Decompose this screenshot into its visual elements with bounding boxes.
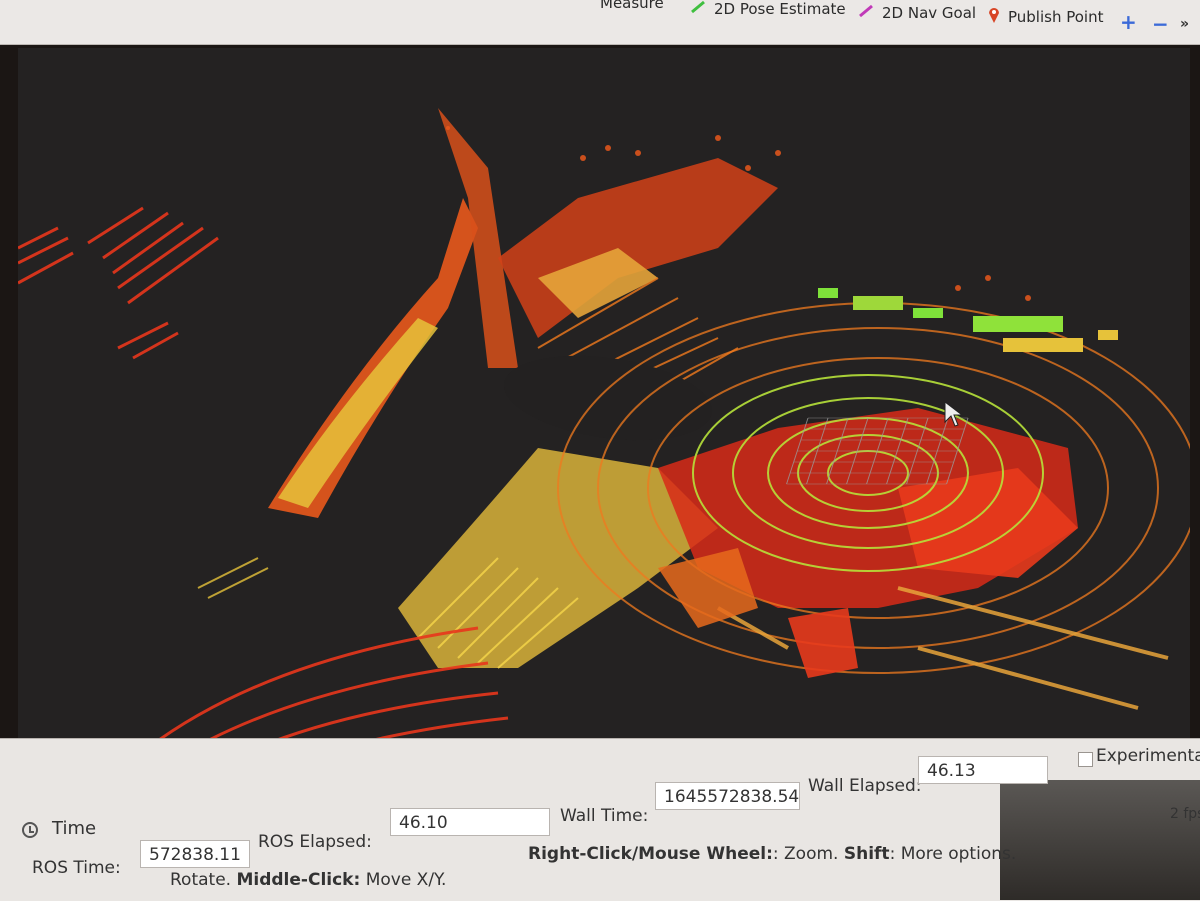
- publish-point-tool[interactable]: Publish Point: [988, 6, 1103, 28]
- wall-elapsed-label: Wall Elapsed:: [808, 776, 922, 796]
- wall-time-field[interactable]: 1645572838.54: [655, 782, 800, 810]
- wall-time-label: Wall Time:: [560, 806, 649, 826]
- shift-label: Shift: [843, 844, 890, 864]
- pose-estimate-label: 2D Pose Estimate: [714, 0, 846, 18]
- clock-icon: [22, 822, 38, 838]
- right-click-label: Right-Click/Mouse Wheel:: [528, 844, 773, 864]
- experimental-label: Experimental: [1096, 746, 1200, 766]
- toolbar: Measure 2D Pose Estimate 2D Nav Goal Pub…: [0, 0, 1200, 45]
- pose-arrow-icon: [690, 0, 706, 18]
- remove-tool-button[interactable]: −: [1152, 12, 1169, 36]
- experimental-checkbox[interactable]: [1078, 752, 1093, 767]
- wall-elapsed-field[interactable]: 46.13: [918, 756, 1048, 784]
- ros-time-label: ROS Time:: [32, 858, 121, 878]
- ros-time-field[interactable]: 572838.11: [140, 840, 250, 868]
- view-controls-help: Rotate. Middle-Click: Move X/Y.: [170, 870, 446, 890]
- measure-tool[interactable]: Measure: [600, 0, 664, 12]
- 3d-viewport[interactable]: ✕: [18, 48, 1190, 808]
- fps-label: 2 fps: [1170, 806, 1200, 822]
- monitor-bezel: [1000, 780, 1200, 900]
- time-panel-title: Time: [52, 818, 97, 839]
- mouse-cursor-icon: [943, 400, 967, 430]
- nav-goal-tool[interactable]: 2D Nav Goal: [858, 4, 976, 22]
- ros-elapsed-label: ROS Elapsed:: [258, 832, 372, 852]
- rotate-help-text: Rotate.: [170, 870, 232, 890]
- measure-label: Measure: [600, 0, 664, 12]
- publish-point-label: Publish Point: [1008, 8, 1104, 26]
- shift-text: : More options.: [889, 844, 1017, 864]
- middle-click-text: Move X/Y.: [365, 870, 447, 890]
- nav-goal-label: 2D Nav Goal: [882, 4, 977, 22]
- map-pin-icon: [988, 6, 1000, 28]
- more-tools-button[interactable]: »: [1180, 16, 1189, 32]
- right-click-text: : Zoom.: [772, 844, 839, 864]
- ros-elapsed-field[interactable]: 46.10: [390, 808, 550, 836]
- point-cloud-render: [18, 108, 1190, 795]
- zoom-help: Right-Click/Mouse Wheel:: Zoom. Shift: M…: [528, 844, 1016, 864]
- nav-goal-arrow-icon: [858, 4, 874, 22]
- middle-click-label: Middle-Click:: [236, 870, 361, 890]
- pose-estimate-tool[interactable]: 2D Pose Estimate: [690, 0, 846, 18]
- add-tool-button[interactable]: +: [1120, 10, 1137, 34]
